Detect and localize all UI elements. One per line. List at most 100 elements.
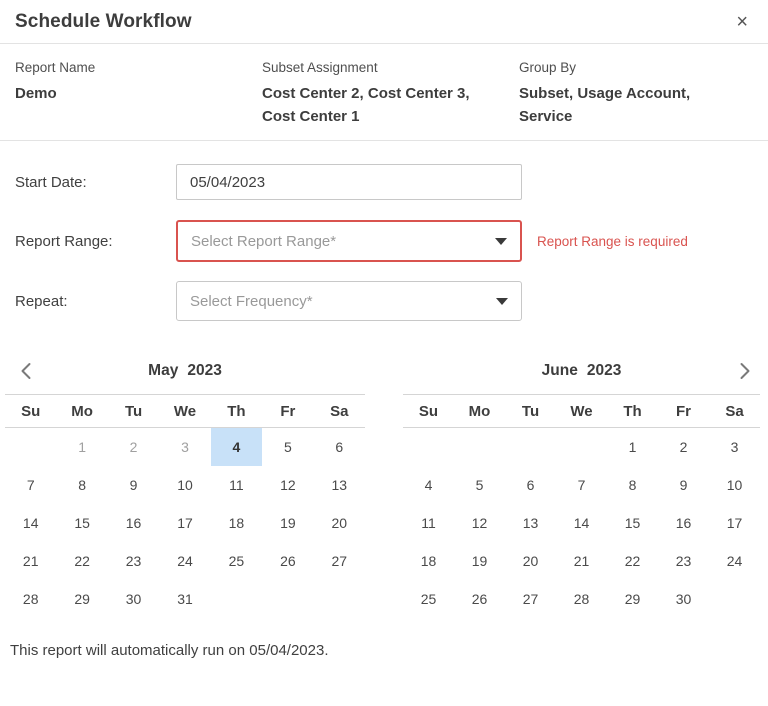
start-date-row: Start Date: — [15, 164, 768, 200]
chevron-left-icon[interactable] — [13, 358, 39, 384]
summary-report-name: Report Name Demo — [15, 60, 262, 128]
calendar-day[interactable]: 4 — [211, 428, 262, 466]
report-range-placeholder: Select Report Range* — [191, 233, 336, 250]
calendar-day[interactable]: 23 — [108, 542, 159, 580]
summary-label: Report Name — [15, 60, 262, 75]
calendar-month-title: June2023 — [542, 362, 622, 380]
calendar-day[interactable]: 27 — [505, 580, 556, 618]
calendar-month-title: May 2023 — [148, 362, 222, 380]
calendar-grid: 1234567891011121314151617181920212223242… — [5, 428, 365, 618]
calendar-day[interactable]: 11 — [403, 504, 454, 542]
calendar-day[interactable]: 26 — [262, 542, 313, 580]
calendar-day[interactable]: 18 — [403, 542, 454, 580]
day-of-week-header: We — [556, 403, 607, 420]
close-icon[interactable]: × — [732, 10, 752, 34]
year-label: 2023 — [587, 362, 621, 379]
calendar-day[interactable]: 7 — [5, 466, 56, 504]
calendar-day[interactable]: 23 — [658, 542, 709, 580]
calendar-day[interactable]: 21 — [5, 542, 56, 580]
calendar-day[interactable]: 18 — [211, 504, 262, 542]
calendar-header: June2023 — [403, 348, 760, 394]
calendar-day[interactable]: 10 — [709, 466, 760, 504]
calendar-day[interactable]: 16 — [658, 504, 709, 542]
calendar-day[interactable]: 28 — [556, 580, 607, 618]
calendar-day[interactable]: 15 — [56, 504, 107, 542]
day-of-week-header: Tu — [108, 403, 159, 420]
report-summary: Report Name Demo Subset Assignment Cost … — [0, 44, 768, 141]
calendar-day[interactable]: 31 — [159, 580, 210, 618]
day-of-week-header: Fr — [658, 403, 709, 420]
calendar-day[interactable]: 30 — [108, 580, 159, 618]
calendar-day[interactable]: 6 — [505, 466, 556, 504]
calendar-day[interactable]: 19 — [454, 542, 505, 580]
calendar-day[interactable]: 13 — [505, 504, 556, 542]
day-of-week-header: Sa — [314, 403, 365, 420]
calendar-day[interactable]: 19 — [262, 504, 313, 542]
calendar-day[interactable]: 12 — [454, 504, 505, 542]
calendar-day[interactable]: 2 — [658, 428, 709, 466]
calendar-day[interactable]: 14 — [5, 504, 56, 542]
calendar-day[interactable]: 13 — [314, 466, 365, 504]
calendar-day[interactable]: 22 — [56, 542, 107, 580]
repeat-row: Repeat: Select Frequency* — [15, 281, 768, 321]
calendar-day[interactable]: 21 — [556, 542, 607, 580]
calendar-day[interactable]: 24 — [159, 542, 210, 580]
schedule-form: Start Date: Report Range: Select Report … — [0, 141, 768, 321]
calendar-day[interactable]: 3 — [159, 428, 210, 466]
month-name: May — [148, 362, 178, 379]
calendar-day[interactable]: 25 — [211, 542, 262, 580]
calendar-day[interactable]: 9 — [658, 466, 709, 504]
calendar-day[interactable]: 29 — [607, 580, 658, 618]
calendar-day[interactable]: 7 — [556, 466, 607, 504]
year-label: 2023 — [187, 362, 221, 379]
calendar-day[interactable]: 25 — [403, 580, 454, 618]
day-of-week-header: Su — [5, 403, 56, 420]
calendar-day[interactable]: 5 — [454, 466, 505, 504]
calendar-day[interactable]: 20 — [314, 504, 365, 542]
day-of-week-header: Mo — [454, 403, 505, 420]
calendar-day[interactable]: 11 — [211, 466, 262, 504]
calendar-day[interactable]: 4 — [403, 466, 454, 504]
calendar-day[interactable]: 22 — [607, 542, 658, 580]
calendar-day[interactable]: 27 — [314, 542, 365, 580]
repeat-select[interactable]: Select Frequency* — [176, 281, 522, 321]
day-of-week-header: Sa — [709, 403, 760, 420]
auto-run-note: This report will automatically run on 05… — [0, 618, 768, 659]
calendar-day[interactable]: 1 — [56, 428, 107, 466]
calendar-day[interactable]: 8 — [607, 466, 658, 504]
calendar-day[interactable]: 10 — [159, 466, 210, 504]
calendar-day[interactable]: 17 — [709, 504, 760, 542]
calendar-day[interactable]: 24 — [709, 542, 760, 580]
calendar-panel: May2023 SuMoTuWeThFrSa 12345678910111213… — [0, 348, 768, 618]
calendar-day[interactable]: 14 — [556, 504, 607, 542]
calendar-day[interactable]: 17 — [159, 504, 210, 542]
start-date-input[interactable] — [176, 164, 522, 200]
calendar-day[interactable]: 9 — [108, 466, 159, 504]
calendar-day[interactable]: 28 — [5, 580, 56, 618]
calendar-day-empty — [403, 428, 454, 466]
report-range-label: Report Range: — [15, 233, 176, 250]
calendar-header: May 2023 — [5, 348, 365, 394]
calendar-day-empty — [211, 580, 262, 618]
chevron-down-icon — [495, 238, 507, 245]
calendar-day[interactable]: 3 — [709, 428, 760, 466]
calendar-day[interactable]: 29 — [56, 580, 107, 618]
calendar-day[interactable]: 30 — [658, 580, 709, 618]
calendar-day-empty — [709, 580, 760, 618]
calendar-day[interactable]: 2 — [108, 428, 159, 466]
calendar-day[interactable]: 5 — [262, 428, 313, 466]
calendar-day[interactable]: 12 — [262, 466, 313, 504]
calendar-day[interactable]: 16 — [108, 504, 159, 542]
calendar-day[interactable]: 1 — [607, 428, 658, 466]
calendar-day-empty — [5, 428, 56, 466]
calendar-grid: 1234567891011121314151617181920212223242… — [403, 428, 760, 618]
calendar-day[interactable]: 6 — [314, 428, 365, 466]
chevron-right-icon[interactable] — [732, 358, 758, 384]
calendar-day[interactable]: 15 — [607, 504, 658, 542]
calendar-day[interactable]: 20 — [505, 542, 556, 580]
calendar-day[interactable]: 8 — [56, 466, 107, 504]
calendar-day[interactable]: 26 — [454, 580, 505, 618]
report-range-select[interactable]: Select Report Range* — [176, 220, 522, 262]
day-of-week-header: Th — [211, 403, 262, 420]
summary-value: Cost Center 2, Cost Center 3, Cost Cente… — [262, 82, 519, 128]
